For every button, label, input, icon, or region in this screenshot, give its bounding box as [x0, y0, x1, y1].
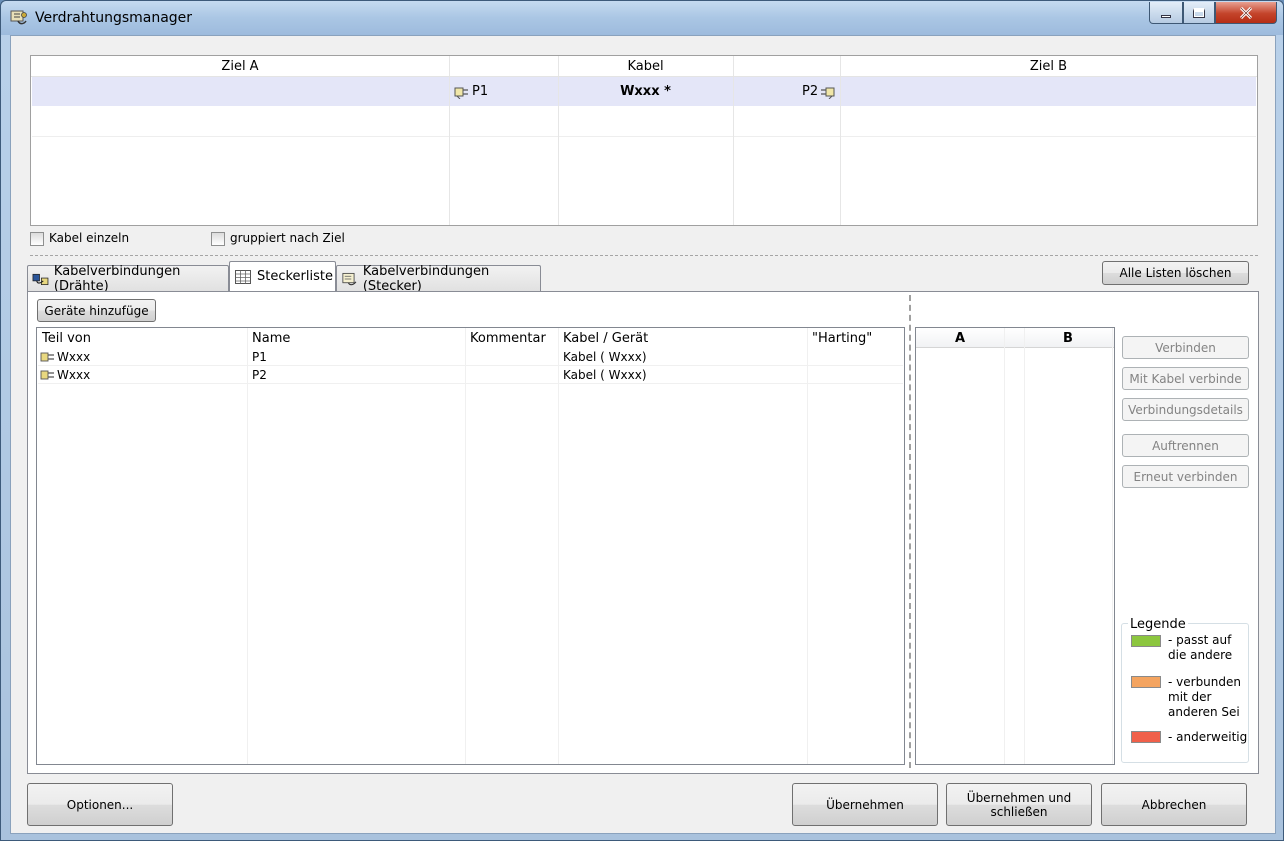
header-blank-1: [449, 56, 558, 77]
col-divider: [1024, 328, 1025, 764]
cell-name: P1: [252, 350, 267, 364]
cell-p2[interactable]: P2: [802, 77, 835, 106]
disconnect-button[interactable]: Auftrennen: [1122, 434, 1249, 457]
legend-swatch-matches: [1131, 635, 1161, 647]
plug-connection-icon: [342, 272, 357, 285]
col-divider: [807, 328, 808, 764]
kabel-einzeln-checkbox[interactable]: [30, 232, 44, 246]
cell-cable[interactable]: Wxxx *: [558, 77, 733, 106]
header-ziel-b[interactable]: Ziel B: [840, 56, 1257, 77]
cell-teil-von: Wxxx: [40, 366, 90, 384]
reconnect-button[interactable]: Erneut verbinden: [1122, 465, 1249, 488]
cancel-button[interactable]: Abbrechen: [1101, 783, 1247, 826]
kabel-einzeln-label: Kabel einzeln: [49, 231, 130, 245]
tab-label: Kabelverbindungen (Stecker): [362, 263, 490, 294]
col-header-kabel-geraet[interactable]: Kabel / Gerät: [563, 328, 648, 348]
minimize-icon: [1161, 15, 1171, 18]
col-divider: [465, 328, 466, 764]
col-divider: [733, 56, 734, 225]
header-ziel-a[interactable]: Ziel A: [31, 56, 449, 77]
tab-kabelverbindungen-stecker[interactable]: Kabelverbindungen (Stecker): [336, 263, 541, 294]
col-header-name[interactable]: Name: [252, 328, 290, 348]
maximize-button[interactable]: [1183, 2, 1215, 24]
connector-plug-icon: [454, 87, 468, 99]
header-kabel[interactable]: Kabel: [558, 56, 733, 77]
col-divider: [1112, 328, 1113, 764]
section-separator: [30, 255, 1258, 256]
plug-icon: [40, 352, 54, 362]
table-grid-icon: [235, 269, 251, 284]
tab-label: Steckerliste: [257, 269, 333, 284]
plug-list[interactable]: Teil von Name Kommentar Kabel / Gerät "H…: [36, 327, 905, 765]
window-title: Verdrahtungsmanager: [35, 10, 193, 26]
connection-details-button[interactable]: Verbindungsdetails: [1122, 398, 1249, 421]
legend-box: Legende - passt auf die andere - verbund…: [1121, 617, 1249, 763]
col-divider: [1004, 328, 1005, 764]
legend-text-connected: - verbunden mit der anderen Sei: [1168, 675, 1241, 719]
title-bar[interactable]: Verdrahtungsmanager: [1, 1, 1283, 35]
col-header-b[interactable]: B: [1024, 328, 1112, 348]
table-row[interactable]: Wxxx P1 Kabel ( Wxxx): [38, 348, 903, 366]
cell-kabel: Kabel ( Wxxx): [563, 350, 647, 364]
col-divider: [840, 56, 841, 225]
col-header-harting[interactable]: "Harting": [812, 328, 872, 348]
client-area: Ziel A Kabel Ziel B P1 Wxxx * P2 Kabel e…: [10, 35, 1276, 834]
col-divider: [247, 328, 248, 764]
options-button[interactable]: Optionen...: [27, 783, 173, 826]
cell-teil-von: Wxxx: [40, 348, 90, 366]
cell-kabel: Kabel ( Wxxx): [563, 368, 647, 382]
apply-and-close-button[interactable]: Übernehmen und schließen: [946, 783, 1092, 826]
minimize-button[interactable]: [1149, 2, 1183, 24]
teil-von-value: Wxxx: [57, 350, 91, 364]
clear-all-lists-button[interactable]: Alle Listen löschen: [1102, 261, 1249, 285]
row-divider: [32, 136, 1256, 137]
cable-overview-grid[interactable]: Ziel A Kabel Ziel B P1 Wxxx * P2: [30, 55, 1258, 226]
tab-kabelverbindungen-draehte[interactable]: Kabelverbindungen (Drähte): [27, 263, 229, 294]
plug-icon: [40, 370, 54, 380]
legend-swatch-connected: [1131, 676, 1161, 688]
gruppiert-label: gruppiert nach Ziel: [230, 231, 345, 245]
ab-connection-list[interactable]: A B: [915, 327, 1115, 765]
connect-with-cable-button[interactable]: Mit Kabel verbinde: [1122, 367, 1249, 390]
legend-text-other: - anderweitig: [1168, 730, 1248, 744]
connect-button[interactable]: Verbinden: [1122, 336, 1249, 359]
col-divider: [558, 328, 559, 764]
main-window: Verdrahtungsmanager Ziel A Kabel Ziel B …: [0, 0, 1284, 841]
apply-button[interactable]: Übernehmen: [792, 783, 938, 826]
wires-connection-icon: [32, 273, 49, 285]
col-header-kommentar[interactable]: Kommentar: [470, 328, 546, 348]
close-button[interactable]: [1215, 2, 1277, 24]
connector-socket-icon: [821, 87, 835, 99]
panel-splitter[interactable]: [909, 295, 911, 768]
table-row[interactable]: Wxxx P2 Kabel ( Wxxx): [38, 366, 903, 384]
cell-name: P2: [252, 368, 267, 382]
close-icon: [1239, 6, 1253, 19]
gruppiert-checkbox[interactable]: [211, 232, 225, 246]
p1-label: P1: [472, 84, 489, 99]
legend-swatch-other: [1131, 731, 1161, 743]
add-devices-button[interactable]: Geräte hinzufüge: [37, 299, 156, 322]
p2-label: P2: [802, 84, 819, 99]
wiring-app-icon: [10, 10, 27, 25]
cell-p1[interactable]: P1: [454, 77, 488, 106]
legend-title: Legende: [1128, 617, 1188, 632]
header-blank-2: [733, 56, 840, 77]
col-header-teil-von[interactable]: Teil von: [42, 328, 91, 348]
tab-label: Kabelverbindungen (Drähte): [53, 263, 181, 294]
col-divider: [449, 56, 450, 225]
col-header-a[interactable]: A: [916, 328, 1004, 348]
legend-text-matches: - passt auf die andere: [1168, 633, 1233, 662]
maximize-icon: [1193, 7, 1205, 18]
teil-von-value: Wxxx: [57, 368, 91, 382]
tab-steckerliste[interactable]: Steckerliste: [229, 261, 336, 291]
